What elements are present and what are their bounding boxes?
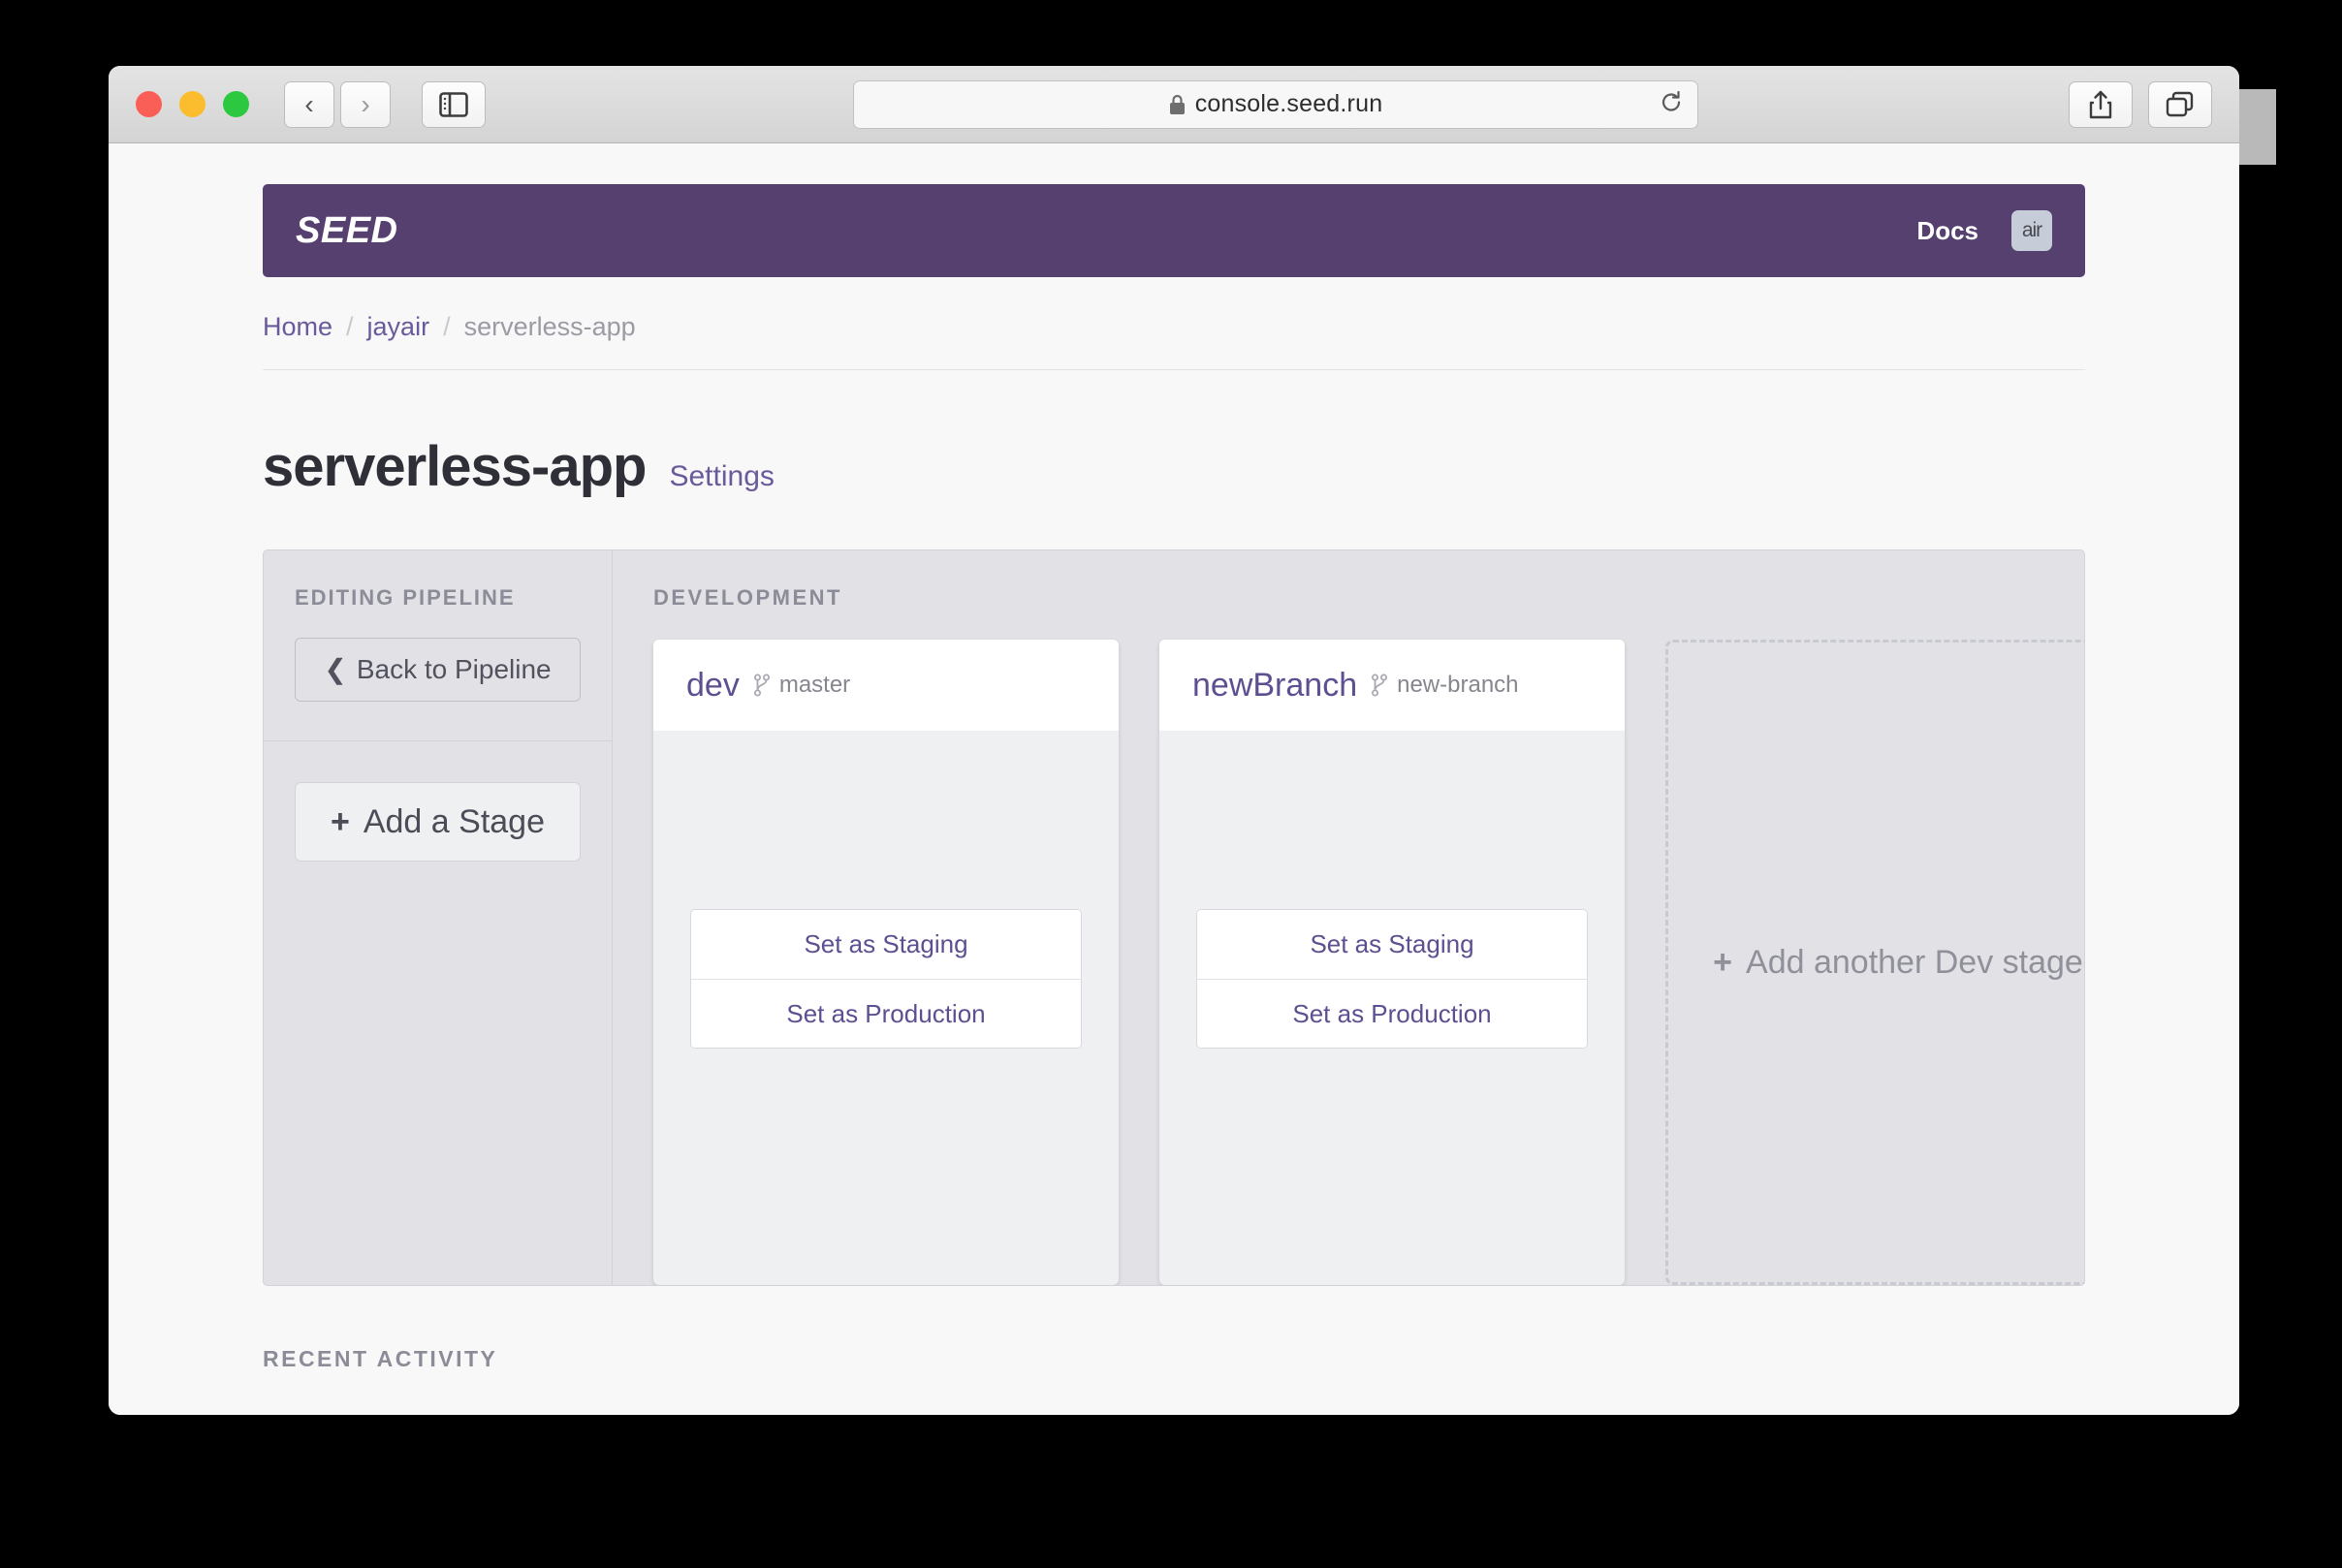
back-to-pipeline-label: Back to Pipeline xyxy=(356,654,552,684)
breadcrumb: Home / jayair / serverless-app xyxy=(263,312,2085,370)
avatar[interactable]: air xyxy=(2011,210,2052,251)
add-stage-section: + Add a Stage xyxy=(264,741,612,902)
reload-button[interactable] xyxy=(1659,89,1684,119)
stage-actions: Set as Staging Set as Production xyxy=(690,909,1082,1049)
set-as-staging-button[interactable]: Set as Staging xyxy=(691,910,1081,979)
back-to-pipeline-button[interactable]: ❮ Back to Pipeline xyxy=(295,638,581,702)
pipeline-sidebar: EDITING PIPELINE ❮ Back to Pipeline + Ad… xyxy=(264,550,613,1285)
breadcrumb-separator: / xyxy=(346,312,354,341)
breadcrumb-item-home[interactable]: Home xyxy=(263,312,332,342)
navigation-buttons: ‹ › xyxy=(284,80,391,128)
development-section-label: DEVELOPMENT xyxy=(653,585,842,610)
plus-icon: + xyxy=(1713,943,1733,981)
stage-card-body: Set as Staging Set as Production xyxy=(1159,731,1625,1285)
breadcrumb-separator: / xyxy=(443,312,451,341)
stage-actions: Set as Staging Set as Production xyxy=(1196,909,1588,1049)
stage-card-header: dev master xyxy=(653,640,1119,731)
stage-cards-row: dev master Set as Staging Set as Product… xyxy=(653,640,2084,1285)
forward-button[interactable]: › xyxy=(340,80,391,128)
git-branch-icon xyxy=(1372,674,1388,697)
pipeline-panel: EDITING PIPELINE ❮ Back to Pipeline + Ad… xyxy=(263,549,2085,1286)
sidebar-toggle-button[interactable] xyxy=(422,80,486,128)
add-a-stage-button[interactable]: + Add a Stage xyxy=(295,782,581,862)
stage-branch: master xyxy=(753,672,850,699)
browser-toolbar: ‹ › console.seed.run xyxy=(109,66,2239,143)
sidebar-toggle-icon xyxy=(439,91,468,117)
editing-pipeline-section: EDITING PIPELINE ❮ Back to Pipeline xyxy=(264,550,612,741)
chevron-left-icon: ❮ xyxy=(324,654,347,684)
url-text: console.seed.run xyxy=(1194,90,1383,117)
stage-card-header: newBranch new-branch xyxy=(1159,640,1625,731)
address-bar[interactable]: console.seed.run xyxy=(853,79,1698,129)
set-as-production-button[interactable]: Set as Production xyxy=(1197,979,1587,1048)
toolbar-right-buttons xyxy=(2069,80,2212,128)
page-viewport: SEED Docs air Home / jayair / serverless… xyxy=(109,143,2239,1415)
header-actions: Docs air xyxy=(1916,210,2052,251)
share-button[interactable] xyxy=(2069,80,2133,128)
set-as-production-button[interactable]: Set as Production xyxy=(691,979,1081,1048)
stage-card[interactable]: newBranch new-branch Set as Staging Set … xyxy=(1159,640,1625,1285)
editing-pipeline-label: EDITING PIPELINE xyxy=(295,585,516,610)
add-another-dev-stage-button[interactable]: + Add another Dev stage xyxy=(1665,640,2084,1285)
seed-logo[interactable]: SEED xyxy=(296,210,397,252)
reload-icon xyxy=(1662,90,1681,111)
chevron-right-icon: › xyxy=(361,88,370,119)
stage-area: DEVELOPMENT dev master Set as Staging Se… xyxy=(613,550,2084,1285)
maximize-window-button[interactable] xyxy=(223,91,249,117)
git-branch-icon xyxy=(753,674,770,697)
chevron-left-icon: ‹ xyxy=(304,88,314,119)
show-tabs-icon xyxy=(2166,91,2194,116)
settings-link[interactable]: Settings xyxy=(669,460,774,493)
stage-branch: new-branch xyxy=(1371,672,1519,699)
window-controls xyxy=(136,91,249,117)
plus-icon: + xyxy=(330,802,350,840)
stage-card[interactable]: dev master Set as Staging Set as Product… xyxy=(653,640,1119,1285)
app-header: SEED Docs air xyxy=(263,184,2085,277)
breadcrumb-item-org[interactable]: jayair xyxy=(367,312,430,342)
close-window-button[interactable] xyxy=(136,91,162,117)
minimize-window-button[interactable] xyxy=(179,91,206,117)
add-another-dev-stage-label: Add another Dev stage xyxy=(1746,943,2083,981)
page-title: serverless-app xyxy=(263,435,647,498)
lock-icon xyxy=(1169,94,1185,114)
docs-link[interactable]: Docs xyxy=(1916,216,1978,246)
breadcrumb-item-current: serverless-app xyxy=(463,312,636,341)
stage-name: dev xyxy=(686,666,740,704)
recent-activity-label: RECENT ACTIVITY xyxy=(263,1346,498,1371)
stage-name: newBranch xyxy=(1192,666,1358,704)
browser-window: ‹ › console.seed.run SEED Docs air Home … xyxy=(109,66,2239,1415)
stage-card-body: Set as Staging Set as Production xyxy=(653,731,1119,1285)
show-tabs-button[interactable] xyxy=(2148,80,2212,128)
title-row: serverless-app Settings xyxy=(263,434,2085,499)
branch-name: master xyxy=(778,672,851,698)
branch-name: new-branch xyxy=(1397,672,1519,698)
add-a-stage-label: Add a Stage xyxy=(363,802,545,840)
back-button[interactable]: ‹ xyxy=(284,80,334,128)
share-icon xyxy=(2089,90,2112,118)
page-content: SEED Docs air Home / jayair / serverless… xyxy=(263,184,2085,1372)
set-as-staging-button[interactable]: Set as Staging xyxy=(1197,910,1587,979)
